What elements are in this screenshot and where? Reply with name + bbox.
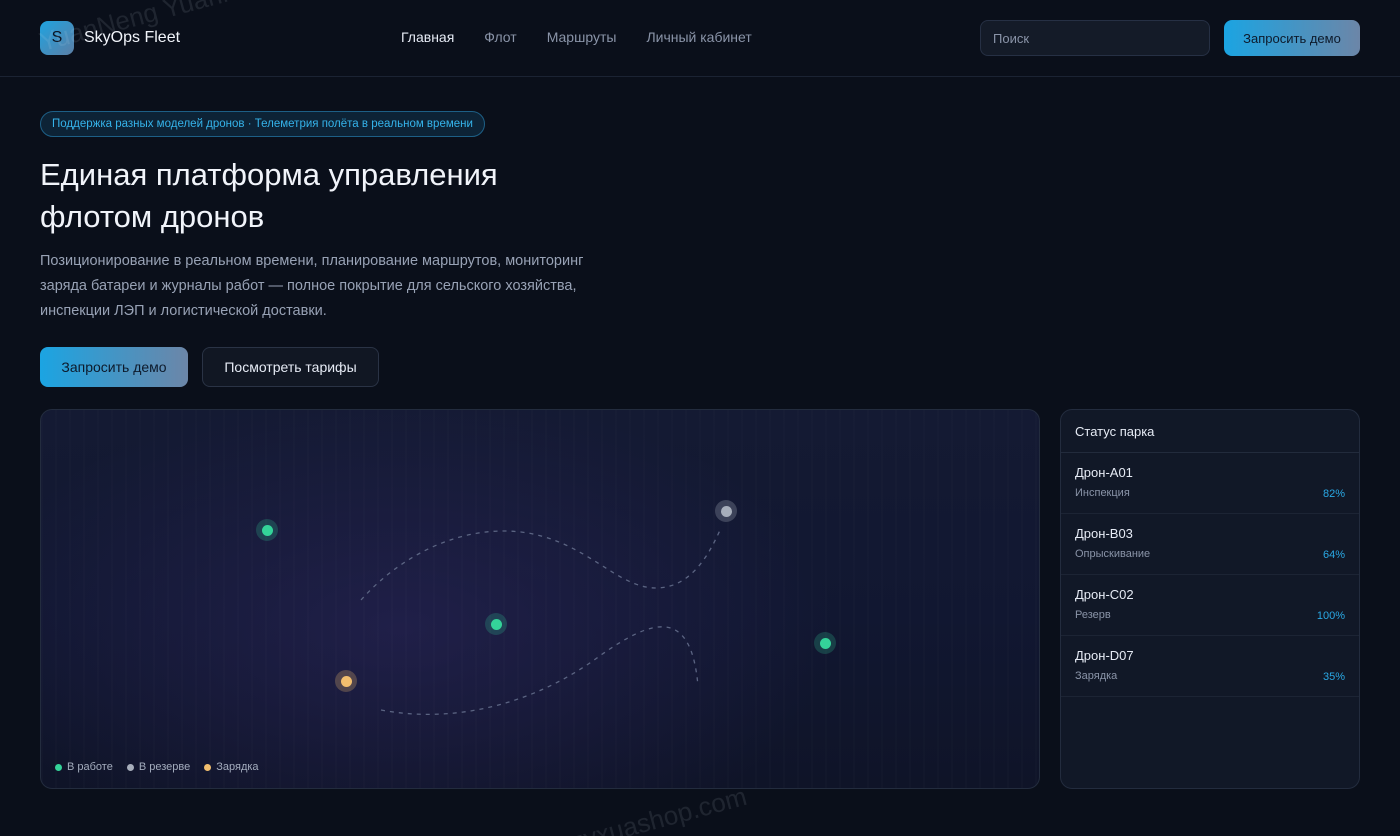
legend-label-charging: Зарядка <box>216 761 259 773</box>
drone-name: Дрон-D07 <box>1075 648 1134 663</box>
drone-task: Опрыскивание <box>1075 548 1151 560</box>
drone-marker-icon <box>819 637 831 649</box>
fleet-status-row[interactable]: Дрон-D07 Зарядка 35% <box>1061 636 1359 697</box>
drone-battery: 100% <box>1316 610 1345 622</box>
fleet-status-panel: Статус парка Дрон-A01 Инспекция 82% Дрон… <box>1060 409 1360 789</box>
drone-marker-1[interactable] <box>256 519 278 541</box>
drone-marker-icon <box>261 524 273 536</box>
map-legend: В работе В резерве Зарядка <box>55 761 259 773</box>
drone-marker-4[interactable] <box>814 632 836 654</box>
drone-marker-5[interactable] <box>335 670 357 692</box>
request-demo-button[interactable]: Запросить демо <box>40 347 188 387</box>
nav-home[interactable]: Главная <box>401 29 454 45</box>
fleet-status-row[interactable]: Дрон-B03 Опрыскивание 64% <box>1061 514 1359 575</box>
top-header: S SkyOps Fleet Главная Флот Маршруты Лич… <box>0 0 1400 77</box>
route-path-2 <box>380 626 699 716</box>
drone-battery: 35% <box>1322 671 1345 683</box>
legend-reserve: В резерве <box>126 761 191 773</box>
logo[interactable]: S SkyOps Fleet <box>40 21 180 55</box>
drone-task: Зарядка <box>1075 670 1118 682</box>
legend-label-active: В работе <box>67 761 113 773</box>
drone-battery: 64% <box>1322 549 1345 561</box>
watermark-bottom: inzyxuashop.com <box>548 781 750 836</box>
view-pricing-button[interactable]: Посмотреть тарифы <box>202 347 379 387</box>
route-path-1 <box>360 527 722 601</box>
drone-task: Инспекция <box>1075 487 1130 499</box>
feature-badge: Поддержка разных моделей дронов · Телеме… <box>40 111 485 137</box>
drone-battery: 82% <box>1322 488 1345 500</box>
drone-marker-icon <box>490 618 502 630</box>
drone-task: Резерв <box>1075 609 1111 621</box>
nav-routes[interactable]: Маршруты <box>547 29 617 45</box>
legend-dot-reserve <box>126 763 134 771</box>
nav-fleet[interactable]: Флот <box>484 29 516 45</box>
drone-name: Дрон-C02 <box>1075 587 1134 602</box>
hero-description: Позиционирование в реальном времени, пла… <box>40 253 584 319</box>
fleet-status-row[interactable]: Дрон-A01 Инспекция 82% <box>1061 453 1359 514</box>
page-title: Единая платформа управления флотом дроно… <box>40 154 600 238</box>
drone-name: Дрон-B03 <box>1075 526 1133 541</box>
legend-charging: Зарядка <box>204 761 259 773</box>
request-demo-header-button[interactable]: Запросить демо <box>1224 20 1360 56</box>
nav-account[interactable]: Личный кабинет <box>646 29 751 45</box>
page-title-line-1: Единая платформа управления <box>40 157 498 192</box>
drone-name: Дрон-A01 <box>1075 465 1133 480</box>
main-nav: Главная Флот Маршруты Личный кабинет <box>401 29 752 45</box>
drone-marker-2[interactable] <box>715 500 737 522</box>
drone-marker-icon <box>720 505 732 517</box>
logo-icon: S <box>40 21 74 55</box>
route-paths <box>360 527 722 716</box>
fleet-status-title: Статус парка <box>1061 410 1359 453</box>
legend-active: В работе <box>55 761 113 773</box>
page-title-line-2: флотом дронов <box>40 199 265 234</box>
brand-name: SkyOps Fleet <box>84 29 181 46</box>
legend-dot-charging <box>204 763 212 771</box>
drone-marker-icon <box>340 675 352 687</box>
legend-label-reserve: В резерве <box>138 761 191 773</box>
search-input[interactable] <box>980 20 1210 56</box>
drone-marker-3[interactable] <box>485 613 507 635</box>
legend-dot-active <box>55 763 62 771</box>
fleet-map[interactable]: В работе В резерве Зарядка <box>40 409 1040 789</box>
fleet-status-row[interactable]: Дрон-C02 Резерв 100% <box>1061 575 1359 636</box>
